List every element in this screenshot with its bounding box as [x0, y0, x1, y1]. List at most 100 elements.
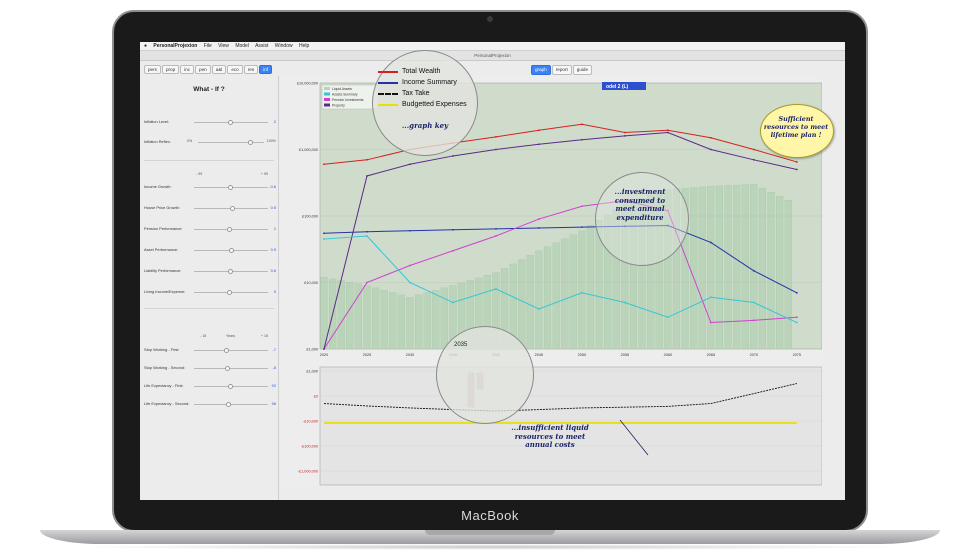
series-point — [366, 235, 368, 237]
scale-min: - 99 — [196, 172, 203, 176]
series-point — [709, 321, 712, 324]
slider-knob[interactable] — [229, 247, 234, 253]
series-point — [409, 229, 411, 232]
scale-mid: Years — [226, 334, 236, 338]
menu-help[interactable]: Help — [299, 43, 309, 49]
slider-knob[interactable] — [228, 119, 233, 125]
liquid-assets-bar — [354, 283, 362, 350]
menu-model[interactable]: Model — [235, 43, 249, 49]
series-point — [409, 163, 411, 166]
series-point — [366, 281, 368, 284]
slider-label: Pension Performance: — [144, 226, 183, 231]
tab-al[interactable]: a&l — [211, 65, 227, 74]
slider-knob[interactable] — [228, 184, 233, 190]
liquid-assets-bar — [389, 292, 397, 350]
slider-track[interactable] — [198, 141, 264, 143]
investment-note: ...investment consumed to meet annual ex… — [614, 187, 666, 222]
series-point — [752, 148, 755, 151]
divider — [144, 308, 274, 309]
small-legend-swatch — [324, 98, 330, 101]
slider-label: Income Growth: — [144, 184, 172, 189]
slider-knob[interactable] — [227, 289, 232, 295]
small-legend-label: Assets Summary — [332, 92, 358, 96]
slider-value: 0.6 — [270, 268, 276, 273]
slider-knob[interactable] — [225, 365, 230, 371]
liquid-assets-bar — [423, 292, 431, 350]
y-tick-label: £10,000,000 — [297, 82, 318, 86]
graph-key-swatch — [378, 70, 398, 73]
y-tick-label: -£10,000 — [303, 420, 318, 424]
menu-assist[interactable]: Assist — [255, 43, 268, 49]
slider-life-expectancy-first: Life Expectancy - First: 92 — [144, 382, 276, 390]
graph-key-swatch — [378, 92, 398, 95]
tab-pers[interactable]: pers — [144, 65, 161, 74]
tab-inf[interactable]: inf — [259, 65, 272, 74]
y-tick-label: £0 — [314, 395, 318, 399]
small-legend-label: Property — [332, 103, 345, 107]
tab-inc[interactable]: inc — [180, 65, 195, 74]
slider-knob[interactable] — [224, 347, 229, 353]
liquid-assets-bar — [750, 184, 758, 350]
slider-label: Stop Working - Second: — [144, 365, 186, 370]
menu-window[interactable]: Window — [275, 43, 293, 49]
graph-key-label: Tax Take — [402, 90, 430, 97]
view-tab-graph[interactable]: graph — [531, 65, 551, 75]
series-point — [409, 264, 411, 267]
slider-knob[interactable] — [227, 226, 232, 232]
slider-label: Life Expectancy - First: — [144, 383, 184, 388]
tab-pen[interactable]: pen — [195, 65, 211, 74]
scale-labels-b: - 15 Years + 15 — [200, 334, 268, 338]
tab-prop[interactable]: prop — [161, 65, 180, 74]
slider-value: 0.5 — [270, 247, 276, 252]
graph-key-item: Budgetted Expenses — [378, 99, 474, 110]
camera-icon — [487, 16, 493, 22]
graph-key-swatch — [378, 103, 398, 106]
menu-app[interactable]: PersonalProjexion — [153, 43, 197, 49]
x-tick-label: 2020 — [320, 353, 328, 357]
slider-value: -0.6 — [269, 184, 276, 189]
series-point — [452, 155, 454, 157]
menu-bar: ● PersonalProjexion File View Model Assi… — [140, 42, 845, 51]
series-point — [495, 235, 497, 237]
slider-value: 1 — [273, 226, 276, 231]
insufficient-note: ...insufficient liquid resources to meet… — [511, 423, 589, 449]
tab-eco[interactable]: eco — [227, 65, 243, 74]
view-tab-guide[interactable]: guide — [572, 65, 593, 75]
liquid-assets-bar — [569, 234, 577, 350]
series-point — [366, 230, 368, 233]
device-brand: MacBook — [461, 508, 519, 523]
y-tick-label: £100,000 — [302, 215, 318, 219]
graph-key-item: Total Wealth — [378, 66, 474, 77]
view-tab-report[interactable]: report — [551, 65, 572, 75]
slider-knob[interactable] — [248, 139, 253, 145]
small-legend-label: Liquid Assets — [332, 87, 352, 91]
slider-value: 2 — [273, 119, 276, 124]
slider-track[interactable] — [194, 349, 268, 351]
x-tick-label: 2055 — [621, 353, 629, 357]
slider-knob[interactable] — [230, 205, 235, 211]
series-point — [538, 227, 540, 229]
liquid-assets-bar — [518, 259, 526, 350]
screen: ● PersonalProjexion File View Model Assi… — [140, 42, 845, 500]
slider-knob[interactable] — [228, 268, 233, 274]
menu-view[interactable]: View — [218, 43, 229, 49]
apple-icon[interactable]: ● — [144, 43, 147, 49]
slider-track[interactable] — [194, 403, 268, 405]
series-point — [538, 218, 540, 220]
series-point — [580, 291, 583, 294]
tab-res[interactable]: res — [243, 65, 259, 74]
x-tick-label: 2070 — [750, 353, 758, 357]
slider-label: Inflation Level: — [144, 119, 170, 124]
y-tick-label: £10,000 — [304, 281, 318, 285]
slider-knob[interactable] — [228, 383, 233, 389]
liquid-assets-bar — [432, 290, 440, 350]
liquid-assets-bar — [578, 230, 586, 350]
series-point — [366, 175, 368, 177]
slider-pension-performance: Pension Performance: 1 — [144, 225, 276, 233]
liquid-assets-bar — [698, 186, 706, 350]
divider — [144, 160, 274, 161]
series-point — [580, 138, 583, 141]
slider-knob[interactable] — [226, 401, 231, 407]
menu-file[interactable]: File — [204, 43, 212, 49]
slider-track[interactable] — [194, 367, 268, 369]
